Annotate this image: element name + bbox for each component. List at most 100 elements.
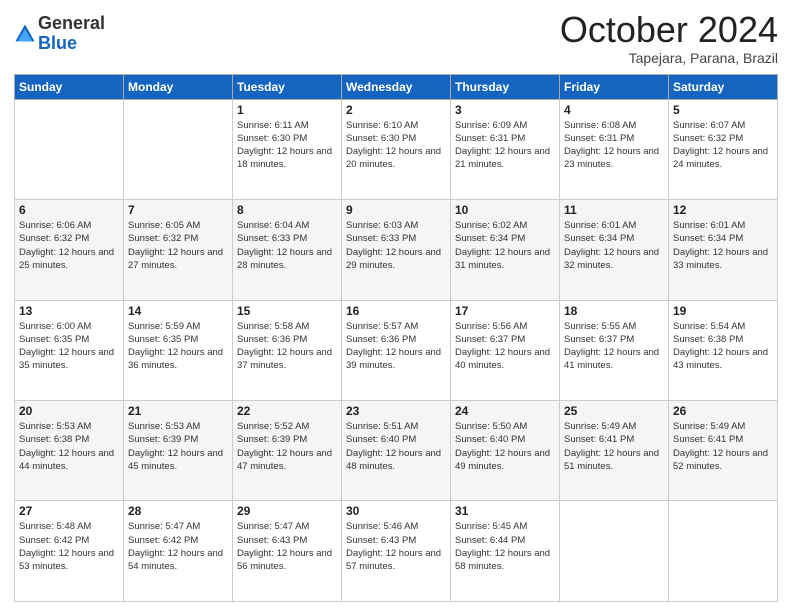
calendar-table: SundayMondayTuesdayWednesdayThursdayFrid… bbox=[14, 74, 778, 602]
calendar-cell: 27 Sunrise: 5:48 AM Sunset: 6:42 PM Dayli… bbox=[15, 501, 124, 602]
day-of-week-header: Saturday bbox=[669, 74, 778, 99]
logo-icon bbox=[14, 23, 36, 45]
day-number: 9 bbox=[346, 203, 446, 217]
day-number: 12 bbox=[673, 203, 773, 217]
day-number: 13 bbox=[19, 304, 119, 318]
day-info: Sunrise: 5:52 AM Sunset: 6:39 PM Dayligh… bbox=[237, 420, 337, 473]
day-number: 11 bbox=[564, 203, 664, 217]
logo: General Blue bbox=[14, 14, 105, 54]
day-info: Sunrise: 6:08 AM Sunset: 6:31 PM Dayligh… bbox=[564, 119, 664, 172]
day-info: Sunrise: 6:00 AM Sunset: 6:35 PM Dayligh… bbox=[19, 320, 119, 373]
calendar-cell: 20 Sunrise: 5:53 AM Sunset: 6:38 PM Dayli… bbox=[15, 401, 124, 501]
day-info: Sunrise: 6:09 AM Sunset: 6:31 PM Dayligh… bbox=[455, 119, 555, 172]
day-number: 28 bbox=[128, 504, 228, 518]
calendar-cell: 6 Sunrise: 6:06 AM Sunset: 6:32 PM Daylig… bbox=[15, 200, 124, 300]
calendar-cell: 18Sunrise: 5:55 AM Sunset: 6:37 PM Dayli… bbox=[560, 300, 669, 400]
day-number: 17 bbox=[455, 304, 555, 318]
calendar-cell: 8 Sunrise: 6:04 AM Sunset: 6:33 PM Daylig… bbox=[233, 200, 342, 300]
day-number: 22 bbox=[237, 404, 337, 418]
calendar-cell: 22 Sunrise: 5:52 AM Sunset: 6:39 PM Dayli… bbox=[233, 401, 342, 501]
day-info: Sunrise: 5:58 AM Sunset: 6:36 PM Dayligh… bbox=[237, 320, 337, 373]
logo-blue-text: Blue bbox=[38, 34, 105, 54]
calendar-cell: 5 Sunrise: 6:07 AM Sunset: 6:32 PM Daylig… bbox=[669, 99, 778, 199]
day-number: 14 bbox=[128, 304, 228, 318]
calendar-cell: 25 Sunrise: 5:49 AM Sunset: 6:41 PM Dayli… bbox=[560, 401, 669, 501]
day-info: Sunrise: 6:01 AM Sunset: 6:34 PM Dayligh… bbox=[673, 219, 773, 272]
calendar-cell: 15 Sunrise: 5:58 AM Sunset: 6:36 PM Dayli… bbox=[233, 300, 342, 400]
calendar-cell: 10Sunrise: 6:02 AM Sunset: 6:34 PM Dayli… bbox=[451, 200, 560, 300]
day-info: Sunrise: 5:48 AM Sunset: 6:42 PM Dayligh… bbox=[19, 520, 119, 573]
day-number: 6 bbox=[19, 203, 119, 217]
month-title: October 2024 bbox=[560, 10, 778, 50]
day-number: 24 bbox=[455, 404, 555, 418]
day-info: Sunrise: 6:05 AM Sunset: 6:32 PM Dayligh… bbox=[128, 219, 228, 272]
calendar-cell bbox=[669, 501, 778, 602]
day-info: Sunrise: 5:46 AM Sunset: 6:43 PM Dayligh… bbox=[346, 520, 446, 573]
day-info: Sunrise: 5:56 AM Sunset: 6:37 PM Dayligh… bbox=[455, 320, 555, 373]
calendar-cell: 12 Sunrise: 6:01 AM Sunset: 6:34 PM Dayli… bbox=[669, 200, 778, 300]
day-number: 1 bbox=[237, 103, 337, 117]
day-info: Sunrise: 5:47 AM Sunset: 6:43 PM Dayligh… bbox=[237, 520, 337, 573]
calendar-cell bbox=[15, 99, 124, 199]
day-info: Sunrise: 5:49 AM Sunset: 6:41 PM Dayligh… bbox=[673, 420, 773, 473]
day-number: 8 bbox=[237, 203, 337, 217]
calendar-cell: 17 Sunrise: 5:56 AM Sunset: 6:37 PM Dayli… bbox=[451, 300, 560, 400]
day-number: 2 bbox=[346, 103, 446, 117]
day-number: 21 bbox=[128, 404, 228, 418]
day-info: Sunrise: 5:45 AM Sunset: 6:44 PM Dayligh… bbox=[455, 520, 555, 573]
calendar-cell: 11 Sunrise: 6:01 AM Sunset: 6:34 PM Dayli… bbox=[560, 200, 669, 300]
day-of-week-header: Monday bbox=[124, 74, 233, 99]
calendar-cell: 16 Sunrise: 5:57 AM Sunset: 6:36 PM Dayli… bbox=[342, 300, 451, 400]
day-number: 5 bbox=[673, 103, 773, 117]
day-info: Sunrise: 6:06 AM Sunset: 6:32 PM Dayligh… bbox=[19, 219, 119, 272]
calendar-cell: 3Sunrise: 6:09 AM Sunset: 6:31 PM Daylig… bbox=[451, 99, 560, 199]
day-info: Sunrise: 5:51 AM Sunset: 6:40 PM Dayligh… bbox=[346, 420, 446, 473]
day-info: Sunrise: 5:50 AM Sunset: 6:40 PM Dayligh… bbox=[455, 420, 555, 473]
day-info: Sunrise: 6:10 AM Sunset: 6:30 PM Dayligh… bbox=[346, 119, 446, 172]
day-info: Sunrise: 6:01 AM Sunset: 6:34 PM Dayligh… bbox=[564, 219, 664, 272]
day-number: 15 bbox=[237, 304, 337, 318]
day-number: 31 bbox=[455, 504, 555, 518]
day-info: Sunrise: 6:11 AM Sunset: 6:30 PM Dayligh… bbox=[237, 119, 337, 172]
day-of-week-header: Thursday bbox=[451, 74, 560, 99]
logo-general-text: General bbox=[38, 14, 105, 34]
day-info: Sunrise: 5:47 AM Sunset: 6:42 PM Dayligh… bbox=[128, 520, 228, 573]
day-of-week-header: Friday bbox=[560, 74, 669, 99]
calendar-cell: 7 Sunrise: 6:05 AM Sunset: 6:32 PM Daylig… bbox=[124, 200, 233, 300]
day-number: 25 bbox=[564, 404, 664, 418]
day-info: Sunrise: 5:53 AM Sunset: 6:38 PM Dayligh… bbox=[19, 420, 119, 473]
day-number: 27 bbox=[19, 504, 119, 518]
day-of-week-header: Wednesday bbox=[342, 74, 451, 99]
day-number: 20 bbox=[19, 404, 119, 418]
calendar-cell: 28 Sunrise: 5:47 AM Sunset: 6:42 PM Dayli… bbox=[124, 501, 233, 602]
calendar-cell: 21Sunrise: 5:53 AM Sunset: 6:39 PM Dayli… bbox=[124, 401, 233, 501]
location-subtitle: Tapejara, Parana, Brazil bbox=[560, 50, 778, 66]
day-number: 26 bbox=[673, 404, 773, 418]
day-of-week-header: Tuesday bbox=[233, 74, 342, 99]
calendar-cell bbox=[560, 501, 669, 602]
calendar-cell: 13 Sunrise: 6:00 AM Sunset: 6:35 PM Dayli… bbox=[15, 300, 124, 400]
day-number: 18 bbox=[564, 304, 664, 318]
day-info: Sunrise: 5:54 AM Sunset: 6:38 PM Dayligh… bbox=[673, 320, 773, 373]
day-number: 23 bbox=[346, 404, 446, 418]
calendar-cell: 14 Sunrise: 5:59 AM Sunset: 6:35 PM Dayli… bbox=[124, 300, 233, 400]
calendar-cell: 31 Sunrise: 5:45 AM Sunset: 6:44 PM Dayli… bbox=[451, 501, 560, 602]
page-header: General Blue October 2024 Tapejara, Para… bbox=[14, 10, 778, 66]
day-info: Sunrise: 5:49 AM Sunset: 6:41 PM Dayligh… bbox=[564, 420, 664, 473]
day-info: Sunrise: 5:57 AM Sunset: 6:36 PM Dayligh… bbox=[346, 320, 446, 373]
day-info: Sunrise: 5:59 AM Sunset: 6:35 PM Dayligh… bbox=[128, 320, 228, 373]
day-info: Sunrise: 6:04 AM Sunset: 6:33 PM Dayligh… bbox=[237, 219, 337, 272]
calendar-cell: 9Sunrise: 6:03 AM Sunset: 6:33 PM Daylig… bbox=[342, 200, 451, 300]
day-of-week-header: Sunday bbox=[15, 74, 124, 99]
calendar-cell: 4 Sunrise: 6:08 AM Sunset: 6:31 PM Daylig… bbox=[560, 99, 669, 199]
calendar-cell: 24 Sunrise: 5:50 AM Sunset: 6:40 PM Dayli… bbox=[451, 401, 560, 501]
day-number: 16 bbox=[346, 304, 446, 318]
calendar-cell bbox=[124, 99, 233, 199]
day-info: Sunrise: 6:07 AM Sunset: 6:32 PM Dayligh… bbox=[673, 119, 773, 172]
calendar-cell: 29 Sunrise: 5:47 AM Sunset: 6:43 PM Dayli… bbox=[233, 501, 342, 602]
day-number: 29 bbox=[237, 504, 337, 518]
day-number: 7 bbox=[128, 203, 228, 217]
day-number: 4 bbox=[564, 103, 664, 117]
calendar-cell: 2 Sunrise: 6:10 AM Sunset: 6:30 PM Daylig… bbox=[342, 99, 451, 199]
calendar-cell: 30Sunrise: 5:46 AM Sunset: 6:43 PM Dayli… bbox=[342, 501, 451, 602]
